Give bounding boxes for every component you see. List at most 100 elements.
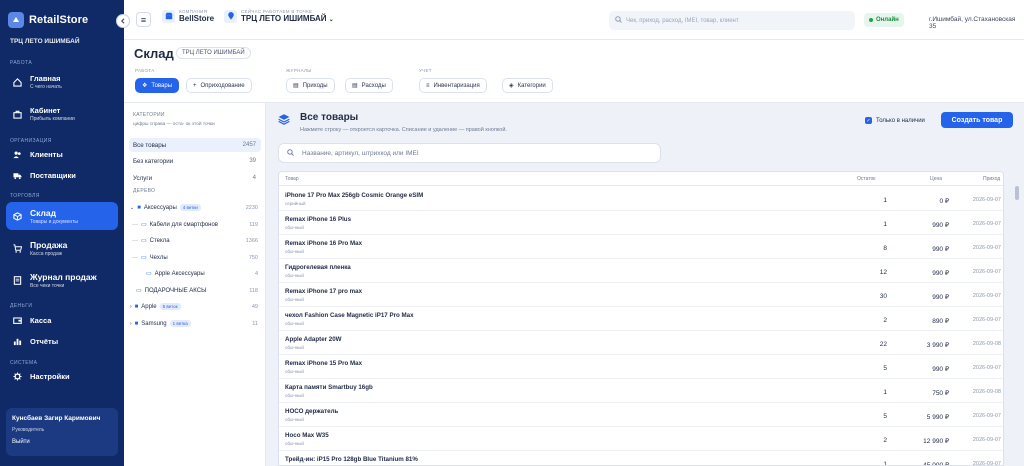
brand-name: RetailStore — [29, 14, 89, 26]
logout-link[interactable]: Выйти — [12, 439, 112, 445]
tree-node-label: Samsung — [141, 320, 167, 327]
column-header-name[interactable]: Товар — [285, 176, 299, 182]
status-dot-icon — [869, 18, 873, 22]
column-header-date[interactable]: Приход — [983, 176, 1000, 182]
table-row[interactable]: Карта памяти Smartbuy 16gb обычный 1 750 ₽ 2… — [279, 379, 1003, 403]
tree-node-apple-accessories[interactable]: ▭ Apple Аксессуары — [146, 267, 205, 280]
product-type: обычный — [285, 249, 304, 254]
product-date: 2026-09-07 — [972, 245, 1001, 251]
folder-open-icon: ▭ — [141, 238, 147, 244]
tree-node-glass[interactable]: — ▭ Стекла — [132, 234, 170, 247]
brand[interactable]: RetailStore — [8, 12, 88, 28]
store-icon — [162, 9, 175, 23]
tab-goods[interactable]: ❖ Товары — [135, 78, 180, 93]
table-row[interactable]: Remax iPhone 15 Pro Max обычный 5 990 ₽ 2026… — [279, 355, 1003, 379]
menu-button[interactable]: ≡ — [136, 12, 151, 27]
tab-writeoff[interactable]: + Оприходование — [186, 78, 252, 93]
product-qty: 8 — [883, 245, 887, 252]
table-row[interactable]: iPhone 17 Pro Max 256gb Cosmic Orange eS… — [279, 187, 1003, 211]
tree-node-label: Стекла — [149, 237, 170, 244]
create-product-button[interactable]: Создать товар — [941, 112, 1013, 128]
address: г.Ишимбай, ул.Стахановская 35 — [929, 16, 1016, 30]
tree-node-samsung[interactable]: › ■ Samsung 1 ветка — [130, 317, 191, 330]
sidebar-item-sales-log[interactable]: Журнал продаж Все чеки точки — [6, 269, 118, 291]
sidebar-item-home[interactable]: Главная С чего начать — [6, 72, 118, 92]
brand-logo-icon — [8, 12, 24, 28]
tree-node-label: Apple Аксессуары — [154, 270, 205, 277]
sidebar-item-sale[interactable]: Продажа Касса продаж — [6, 237, 118, 259]
product-type: обычный — [285, 321, 304, 326]
table-header: Товар Остаток Цена Приход — [279, 172, 1003, 186]
product-qty: 1 — [883, 221, 887, 228]
category-none[interactable]: Без категории 39 — [129, 154, 261, 168]
section-work: РАБОТА — [10, 60, 33, 66]
tree-title: ДЕРЕВО — [133, 188, 156, 194]
sidebar-item-settings[interactable]: Настройки — [6, 369, 118, 383]
table-row[interactable]: Hoco Max W35 обычный 2 12 990 ₽ 2026-09-07 — [279, 427, 1003, 451]
table-row[interactable]: Remax iPhone 17 pro max обычный 30 990 ₽ 202… — [279, 283, 1003, 307]
table-row[interactable]: Remax iPhone 16 Pro Max обычный 8 990 ₽ 2026… — [279, 235, 1003, 259]
company-selector[interactable]: КОМПАНИЯ BellStore — [162, 9, 214, 23]
sidebar-item-cash[interactable]: Касса — [6, 313, 118, 327]
product-type: обычный — [285, 225, 304, 230]
global-search-input[interactable]: Чек, приход, расход, IMEI, товар, клиент — [609, 11, 855, 30]
product-qty: 22 — [879, 341, 887, 348]
product-price: 990 ₽ — [932, 294, 949, 301]
only-in-stock-checkbox[interactable]: ✓ Только в наличии — [865, 117, 925, 124]
product-name: чехол Fashion Case Magnetic iP17 Pro Max — [285, 312, 414, 319]
product-qty: 1 — [883, 461, 887, 466]
tree-node-count: 119 — [249, 222, 258, 228]
tree-node-tag: 5 веток — [159, 303, 181, 310]
tab-outgoing[interactable]: ▤ Расходы — [345, 78, 393, 93]
product-type: обычный — [285, 297, 304, 302]
tree-node-cables[interactable]: — ▭ Кабели для смартфонов — [132, 218, 218, 231]
group-journals-label: ЖУРНАЛЫ — [286, 68, 312, 73]
table-row[interactable]: чехол Fashion Case Magnetic iP17 Pro Max… — [279, 307, 1003, 331]
plus-icon: + — [193, 82, 197, 89]
scrollbar-thumb[interactable] — [1015, 186, 1019, 200]
tab-categories[interactable]: ◈ Категории — [502, 78, 553, 93]
tree-node-accessories[interactable]: ⌄ ■ Аксессуары 4 ветки — [130, 201, 201, 214]
product-price: 5 990 ₽ — [926, 414, 949, 421]
product-price: 990 ₽ — [932, 246, 949, 253]
tab-incoming[interactable]: ▤ Приходы — [286, 78, 335, 93]
sidebar-item-sub: Касса продаж — [30, 250, 63, 257]
sidebar-item-clients[interactable]: Клиенты — [6, 147, 118, 161]
tree-node-count: 49 — [251, 304, 258, 310]
tree-node-apple[interactable]: › ■ Apple 5 веток — [130, 300, 181, 313]
tree-node-cases[interactable]: — ▭ Чехлы — [132, 251, 168, 264]
tree-node-gift[interactable]: ▭ ПОДАРОЧНЫЕ АКСЫ — [136, 284, 206, 297]
table-row[interactable]: Remax iPhone 16 Plus обычный 1 990 ₽ 2026-09… — [279, 211, 1003, 235]
table-row[interactable]: НОСО держатель обычный 5 5 990 ₽ 2026-09-07 — [279, 403, 1003, 427]
table-row[interactable]: Трейд-ин: iP15 Pro 128gb Blue Titanium 8… — [279, 451, 1003, 466]
group-account-label: УЧЕТ — [419, 68, 432, 73]
tree-node-label: Apple — [141, 303, 157, 310]
collapse-sidebar-button[interactable] — [116, 14, 130, 28]
truck-icon — [12, 170, 22, 180]
sidebar-item-warehouse[interactable]: Склад Товары и документы — [6, 202, 118, 230]
products-title: Все товары — [300, 112, 359, 123]
column-header-price[interactable]: Цена — [930, 176, 942, 182]
product-price: 12 990 ₽ — [923, 438, 949, 445]
table-row[interactable]: Гидрогелевая пленка обычный 12 990 ₽ 2026-09… — [279, 259, 1003, 283]
table-row[interactable]: Apple Adapter 20W обычный 22 3 990 ₽ 2026-09… — [279, 331, 1003, 355]
column-header-qty[interactable]: Остаток — [857, 176, 876, 182]
tab-label: Приходы — [302, 82, 328, 89]
product-search-input[interactable]: Название, артикул, штрихкод или IMEI — [278, 143, 661, 163]
product-name: Карта памяти Smartbuy 16gb — [285, 384, 373, 391]
categories-panel: КАТЕГОРИИ цифры справа — оста- ок этой т… — [124, 103, 266, 466]
group-work-label: РАБОТА — [135, 68, 155, 73]
category-services[interactable]: Услуги 4 — [129, 171, 261, 185]
sidebar-item-sub: Товары и документы — [30, 218, 79, 225]
user-role: Руководитель — [12, 427, 45, 433]
sidebar-item-suppliers[interactable]: Поставщики — [6, 168, 118, 182]
category-all[interactable]: Все товары 2457 — [129, 138, 261, 152]
folder-open-icon: ▭ — [136, 288, 142, 294]
layers-icon — [278, 112, 290, 130]
sidebar-item-reports[interactable]: Отчёты — [6, 334, 118, 348]
point-selector[interactable]: СЕЙЧАС РАБОТАЕМ В ТОЧКЕ ТРЦ ЛЕТО ИШИМБАЙ … — [224, 9, 334, 23]
tab-inventory[interactable]: ≡ Инвентаризация — [419, 78, 487, 93]
tree-line: — — [132, 237, 138, 244]
sidebar-item-cabinet[interactable]: Кабинет Прибыль компании — [6, 104, 118, 124]
store-chip: ТРЦ ЛЕТО ИШИМБАЙ — [176, 47, 251, 59]
